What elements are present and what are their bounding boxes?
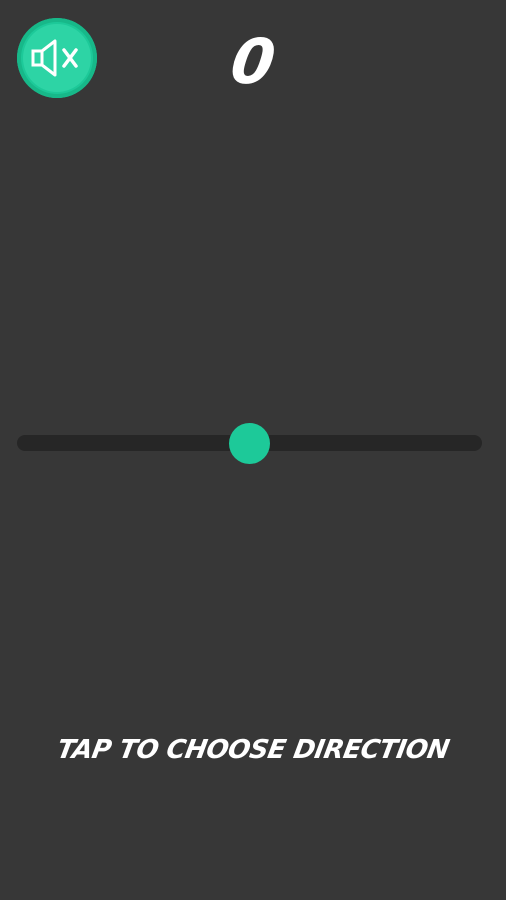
instruction-text: TAP TO CHOOSE DIRECTION (54, 735, 452, 765)
score-counter: 0 (226, 25, 280, 98)
game-stage[interactable]: 0 TAP TO CHOOSE DIRECTION (0, 0, 506, 900)
mute-button[interactable] (17, 18, 97, 98)
speaker-muted-icon (31, 39, 78, 77)
player-ball (229, 423, 270, 464)
